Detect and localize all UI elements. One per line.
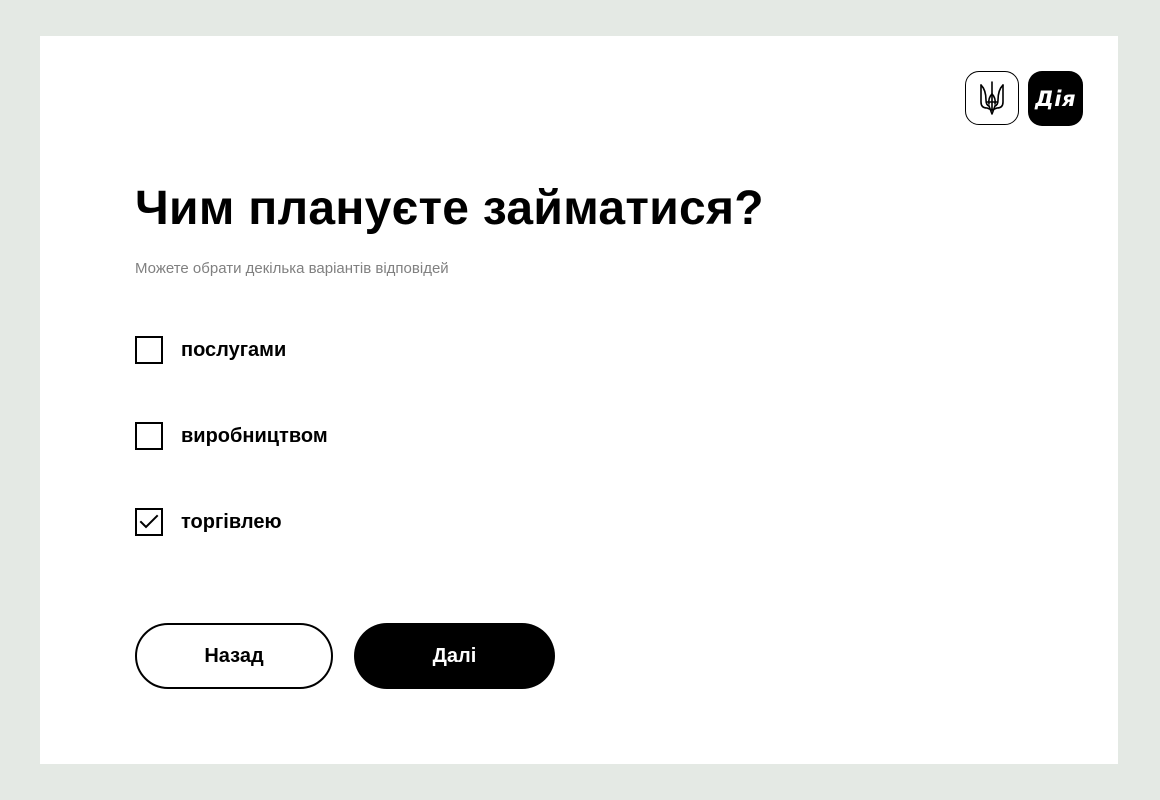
checkmark-icon <box>139 514 159 529</box>
coat-of-arms-logo <box>965 71 1019 125</box>
option-services[interactable]: послугами <box>135 336 286 364</box>
option-label: послугами <box>181 339 287 361</box>
checkbox-services[interactable] <box>135 336 163 364</box>
page-title: Чим плануєте займатися? <box>135 182 764 235</box>
diia-logo: Дія <box>1028 71 1083 126</box>
back-button[interactable]: Назад <box>135 623 333 689</box>
checkbox-production[interactable] <box>135 422 163 450</box>
trident-icon <box>980 81 1004 115</box>
form-card: Дія Чим плануєте займатися? Можете обрат… <box>40 36 1118 764</box>
option-label: виробництвом <box>181 425 328 447</box>
next-button[interactable]: Далі <box>354 623 555 689</box>
diia-logo-text: Дія <box>1035 86 1076 111</box>
option-production[interactable]: виробництвом <box>135 422 328 450</box>
option-label: торгівлею <box>181 511 282 533</box>
page-subtitle: Можете обрати декілька варіантів відпові… <box>135 260 449 277</box>
checkbox-trade[interactable] <box>135 508 163 536</box>
option-trade[interactable]: торгівлею <box>135 508 282 536</box>
header-logos: Дія <box>965 71 1083 126</box>
